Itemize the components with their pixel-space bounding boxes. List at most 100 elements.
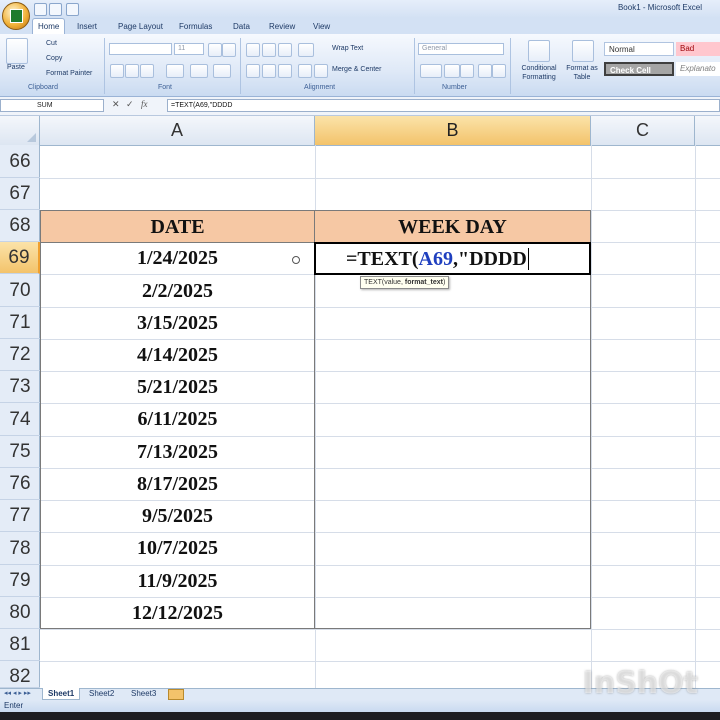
increase-decimal-icon[interactable] — [478, 64, 492, 78]
underline-icon[interactable] — [140, 64, 154, 78]
date-cell[interactable]: 1/24/2025 — [40, 243, 315, 274]
paste-button[interactable]: Paste — [7, 64, 25, 71]
column-header-b[interactable]: B — [315, 116, 591, 145]
row-header[interactable]: 78 — [0, 532, 40, 565]
insert-function-icon[interactable]: fx — [141, 99, 148, 109]
gridline — [40, 178, 720, 179]
insert-sheet-icon[interactable] — [168, 689, 184, 700]
tab-formulas[interactable]: Formulas — [174, 20, 217, 34]
wrap-text-button[interactable]: Wrap Text — [332, 45, 363, 52]
fill-color-icon[interactable] — [190, 64, 208, 78]
date-header-cell[interactable]: DATE — [40, 210, 315, 243]
formula-input[interactable]: =TEXT(A69,"DDDD — [167, 99, 720, 112]
align-middle-icon[interactable] — [262, 43, 276, 57]
tab-home[interactable]: Home — [32, 18, 66, 35]
italic-icon[interactable] — [125, 64, 139, 78]
cancel-icon[interactable]: ✕ — [112, 99, 120, 110]
sheet-tab-1[interactable]: Sheet1 — [42, 688, 81, 700]
conditional-formatting-button[interactable]: Conditional Formatting — [515, 64, 563, 82]
save-icon[interactable] — [34, 3, 47, 16]
grow-font-icon[interactable] — [208, 43, 222, 57]
align-center-icon[interactable] — [262, 64, 276, 78]
row-header[interactable]: 70 — [0, 274, 40, 307]
undo-icon[interactable] — [49, 3, 62, 16]
weekday-header-cell[interactable]: WEEK DAY — [314, 210, 591, 243]
format-as-table-icon[interactable] — [572, 40, 594, 62]
date-cell[interactable]: 6/11/2025 — [40, 403, 315, 436]
merge-center-button[interactable]: Merge & Center — [332, 66, 381, 73]
currency-icon[interactable] — [420, 64, 442, 78]
bold-icon[interactable] — [110, 64, 124, 78]
align-bottom-icon[interactable] — [278, 43, 292, 57]
number-format-select[interactable]: General — [418, 43, 504, 55]
sheet-tab-3[interactable]: Sheet3 — [126, 688, 161, 699]
date-cell[interactable]: 4/14/2025 — [40, 339, 315, 371]
tab-page-layout[interactable]: Page Layout — [113, 20, 168, 34]
align-top-icon[interactable] — [246, 43, 260, 57]
row-header[interactable]: 71 — [0, 307, 40, 339]
decrease-indent-icon[interactable] — [298, 64, 312, 78]
row-header[interactable]: 66 — [0, 146, 40, 178]
date-cell[interactable]: 5/21/2025 — [40, 371, 315, 403]
row-header[interactable]: 75 — [0, 436, 40, 468]
column-header-d[interactable] — [695, 116, 720, 145]
comma-style-icon[interactable] — [460, 64, 474, 78]
cell-edit-text[interactable]: =TEXT(A69,"DDDD — [346, 244, 529, 274]
font-size-select[interactable]: 11 — [174, 43, 204, 55]
row-header[interactable]: 79 — [0, 565, 40, 597]
row-header[interactable]: 72 — [0, 339, 40, 371]
select-all-button[interactable] — [0, 116, 40, 145]
enter-icon[interactable]: ✓ — [126, 99, 134, 110]
row-header[interactable]: 67 — [0, 178, 40, 210]
paste-icon[interactable] — [6, 38, 28, 64]
date-cell[interactable]: 7/13/2025 — [40, 436, 315, 468]
shrink-font-icon[interactable] — [222, 43, 236, 57]
conditional-formatting-icon[interactable] — [528, 40, 550, 62]
orientation-icon[interactable] — [298, 43, 314, 57]
date-cell[interactable]: 10/7/2025 — [40, 532, 315, 565]
format-as-table-button[interactable]: Format as Table — [562, 64, 602, 82]
row-header[interactable]: 80 — [0, 597, 40, 629]
row-header[interactable]: 68 — [0, 210, 40, 242]
style-bad[interactable]: Bad — [676, 42, 720, 56]
row-header-selected[interactable]: 69 — [0, 242, 40, 274]
date-cell[interactable]: 8/17/2025 — [40, 468, 315, 500]
tab-data[interactable]: Data — [228, 20, 255, 34]
align-right-icon[interactable] — [278, 64, 292, 78]
date-cell[interactable]: 9/5/2025 — [40, 500, 315, 532]
percent-icon[interactable] — [444, 64, 460, 78]
borders-icon[interactable] — [166, 64, 184, 78]
sheet-tab-2[interactable]: Sheet2 — [84, 688, 119, 699]
row-header[interactable]: 81 — [0, 629, 40, 661]
name-box[interactable]: SUM — [0, 99, 104, 112]
column-header-c[interactable]: C — [591, 116, 695, 145]
format-painter-button[interactable]: Format Painter — [46, 70, 92, 77]
office-button[interactable] — [2, 2, 30, 30]
redo-icon[interactable] — [66, 3, 79, 16]
row-header[interactable]: 73 — [0, 371, 40, 403]
style-explanatory[interactable]: Explanato — [676, 62, 720, 76]
tab-insert[interactable]: Insert — [72, 20, 102, 34]
increase-indent-icon[interactable] — [314, 64, 328, 78]
row-header[interactable]: 76 — [0, 468, 40, 500]
align-left-icon[interactable] — [246, 64, 260, 78]
row-header[interactable]: 82 — [0, 661, 40, 688]
font-color-icon[interactable] — [213, 64, 231, 78]
column-header-a[interactable]: A — [40, 116, 315, 145]
font-name-select[interactable] — [109, 43, 172, 55]
style-check-cell[interactable]: Check Cell — [604, 62, 674, 76]
decrease-decimal-icon[interactable] — [492, 64, 506, 78]
ribbon-divider — [510, 38, 511, 94]
sheet-nav-arrows-icon[interactable]: ◂◂ ◂ ▸ ▸▸ — [4, 689, 31, 697]
style-normal[interactable]: Normal — [604, 42, 674, 56]
date-cell[interactable]: 2/2/2025 — [40, 275, 315, 307]
tab-review[interactable]: Review — [264, 20, 300, 34]
copy-button[interactable]: Copy — [46, 55, 62, 62]
row-header[interactable]: 77 — [0, 500, 40, 532]
date-cell[interactable]: 3/15/2025 — [40, 307, 315, 339]
row-header[interactable]: 74 — [0, 403, 40, 436]
tab-view[interactable]: View — [308, 20, 335, 34]
date-cell[interactable]: 12/12/2025 — [40, 597, 315, 629]
date-cell[interactable]: 11/9/2025 — [40, 565, 315, 597]
cut-button[interactable]: Cut — [46, 40, 57, 47]
